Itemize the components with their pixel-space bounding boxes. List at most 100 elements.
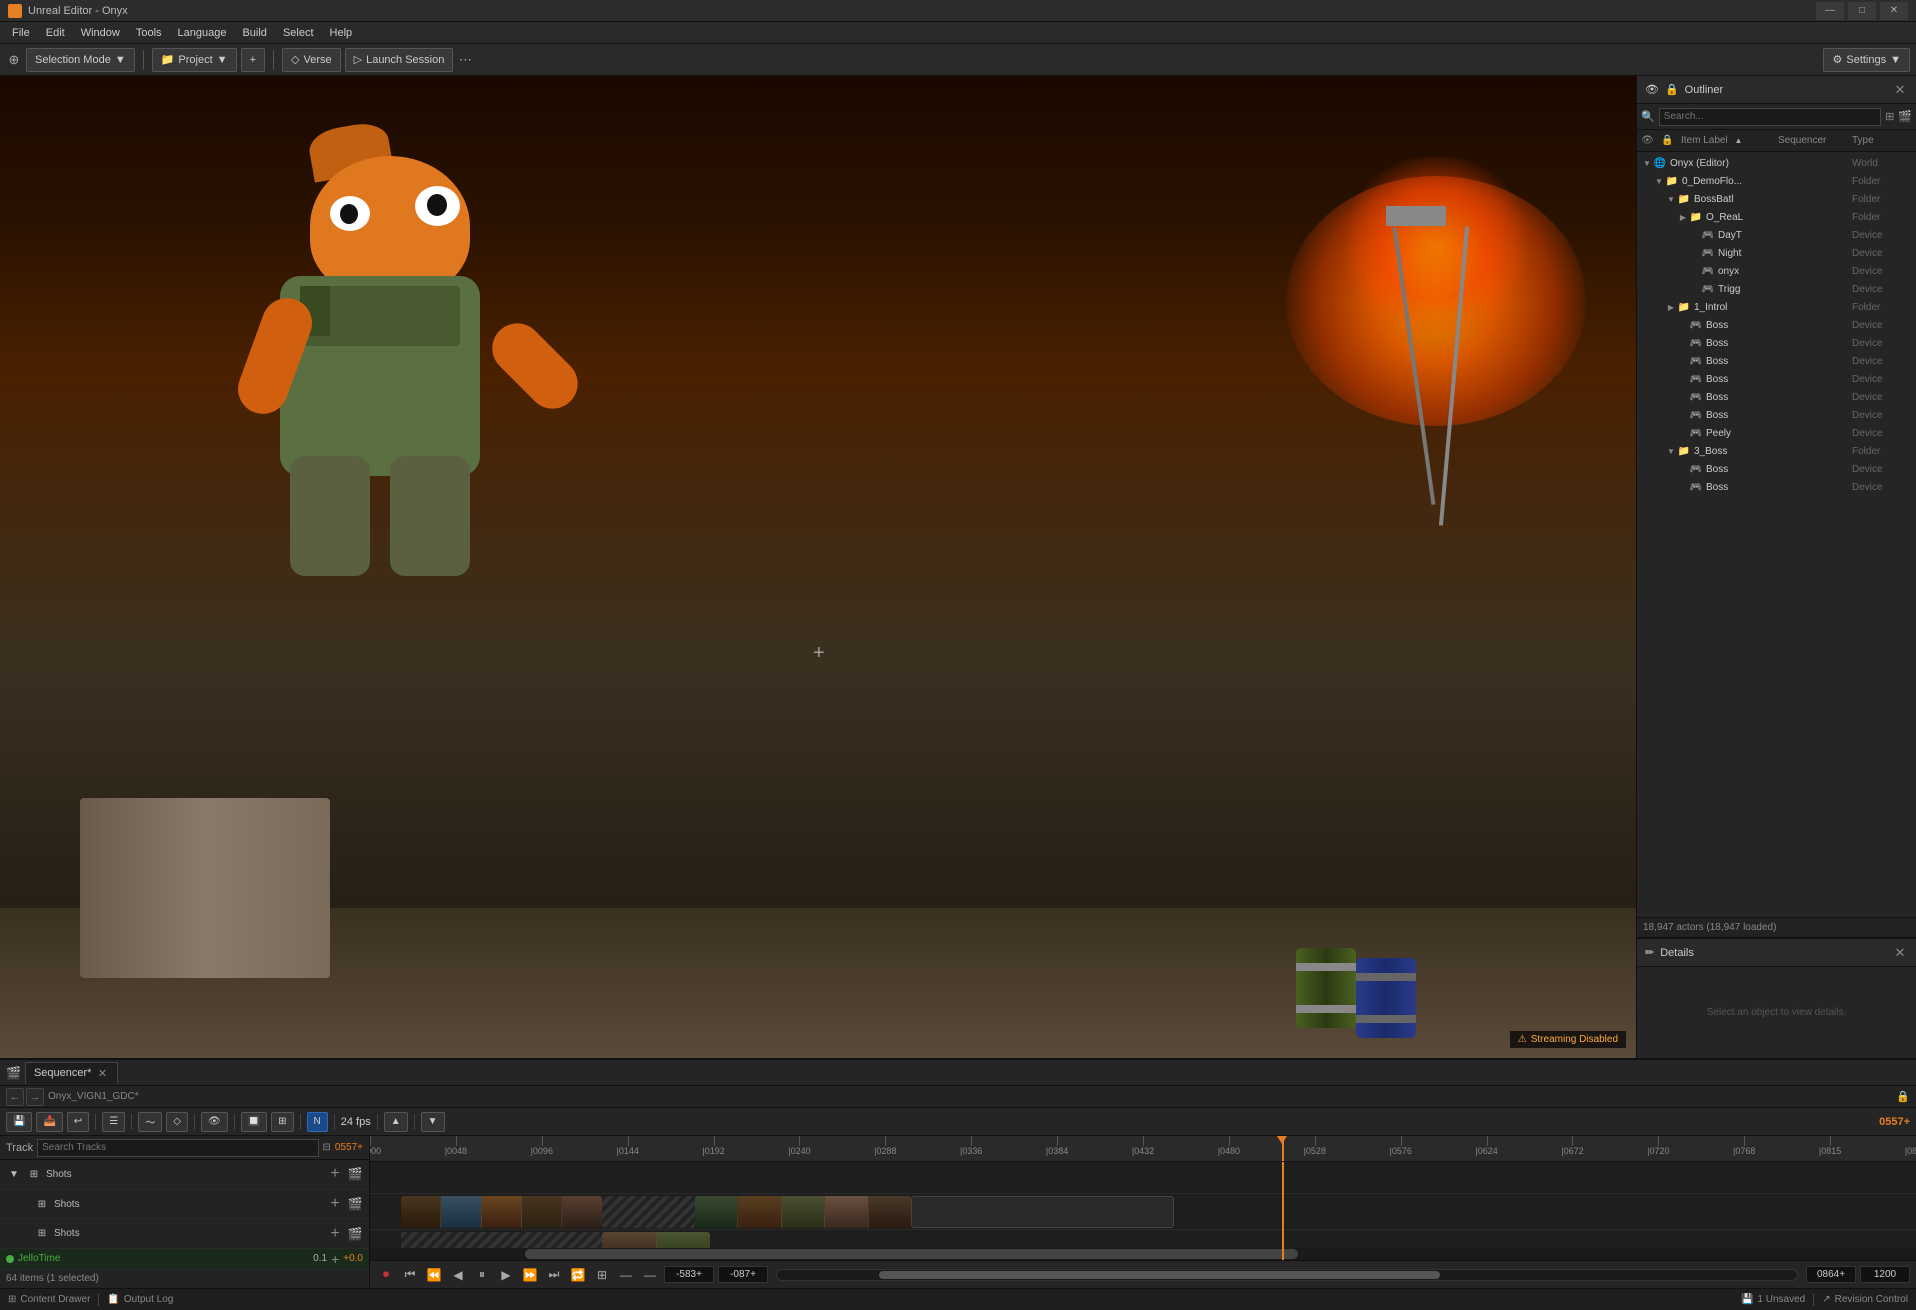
step-forward-button[interactable]: ⏩	[520, 1265, 540, 1285]
tree-item-boss-sub1[interactable]: 🎮 Boss Device	[1637, 460, 1916, 478]
tree-item-1introl[interactable]: ▶ 📁 1_Introl Folder	[1637, 298, 1916, 316]
viewport[interactable]: + ⚠ Streaming Disabled	[0, 76, 1636, 1058]
filter-icon[interactable]: ⊞	[1885, 110, 1894, 123]
seq-eye-button[interactable]: 👁	[201, 1112, 228, 1132]
goto-end-button[interactable]: ⏭	[544, 1265, 564, 1285]
seq-grid-button[interactable]: ⊞	[271, 1112, 293, 1132]
track-shots-group[interactable]: ▼ ⊞ Shots + 🎬	[0, 1160, 369, 1190]
settings-button[interactable]: ⚙ Settings ▼	[1823, 48, 1910, 72]
track-expand-icon[interactable]: ▼	[6, 1166, 22, 1182]
tl-clip-2[interactable]	[695, 1196, 911, 1228]
tree-item-bossbatl[interactable]: ▼ 📁 BossBatl Folder	[1637, 190, 1916, 208]
nav-back-button[interactable]: ←	[6, 1088, 24, 1106]
extra-ctrl-1[interactable]: ⊞	[592, 1265, 612, 1285]
filter-icon[interactable]: ⊟	[323, 1142, 331, 1153]
output-log-item[interactable]: 📋 Output Log	[107, 1294, 173, 1305]
track-shots-1[interactable]: ⊞ Shots + 🎬	[0, 1190, 369, 1220]
track-add-button-2[interactable]: +	[327, 1196, 343, 1212]
seq-scrollbar[interactable]	[776, 1269, 1798, 1281]
expand-icon[interactable]: ▼	[1665, 445, 1677, 457]
step-back-button[interactable]: ⏪	[424, 1265, 444, 1285]
track-shots-2[interactable]: ⊞ Shots + 🎬	[0, 1219, 369, 1249]
seq-up-arrow[interactable]: ▲	[384, 1112, 408, 1132]
seq-import-button[interactable]: 📥	[36, 1112, 62, 1132]
tl-clip-3[interactable]	[911, 1196, 1174, 1228]
menu-build[interactable]: Build	[234, 22, 274, 43]
goto-start-button[interactable]: ⏮	[400, 1265, 420, 1285]
tree-item-boss6[interactable]: 🎮 Boss Device	[1637, 406, 1916, 424]
extra-ctrl-2[interactable]: —	[616, 1265, 636, 1285]
outliner-tree[interactable]: ▼ 🌐 Onyx (Editor) World ▼ 📁 0_DemoFlo...…	[1637, 152, 1916, 917]
tree-item-boss3[interactable]: 🎮 Boss Device	[1637, 352, 1916, 370]
tree-item-boss2[interactable]: 🎮 Boss Device	[1637, 334, 1916, 352]
add-button[interactable]: +	[241, 48, 265, 72]
tree-item-peely[interactable]: 🎮 Peely Device	[1637, 424, 1916, 442]
menu-language[interactable]: Language	[170, 22, 235, 43]
content-drawer-item[interactable]: ⊞ Content Drawer	[8, 1294, 90, 1305]
revision-item[interactable]: ↗ Revision Control	[1822, 1294, 1908, 1305]
timeline-tracks-area[interactable]: 1041_0051	[370, 1162, 1916, 1260]
details-close-button[interactable]: ✕	[1892, 945, 1908, 961]
track-search-input[interactable]	[37, 1139, 318, 1157]
sequencer-tab[interactable]: Sequencer* ✕	[25, 1062, 119, 1084]
tree-item-trigg[interactable]: 🎮 Trigg Device	[1637, 280, 1916, 298]
extra-ctrl-3[interactable]: —	[640, 1265, 660, 1285]
maximize-button[interactable]: □	[1848, 2, 1876, 20]
loop-button[interactable]: 🔁	[568, 1265, 588, 1285]
tree-item-3boss[interactable]: ▼ 📁 3_Boss Folder	[1637, 442, 1916, 460]
menu-window[interactable]: Window	[73, 22, 128, 43]
more-options-icon[interactable]: ⋯	[457, 52, 473, 68]
expand-icon[interactable]: ▶	[1677, 211, 1689, 223]
seq-snap-button[interactable]: 🔲	[241, 1112, 267, 1132]
tree-item-oreal[interactable]: ▶ 📁 O_ReaL Folder	[1637, 208, 1916, 226]
tree-item-boss1[interactable]: 🎮 Boss Device	[1637, 316, 1916, 334]
tree-item-boss5[interactable]: 🎮 Boss Device	[1637, 388, 1916, 406]
seq-scrollbar-thumb[interactable]	[879, 1271, 1440, 1279]
tree-item-night[interactable]: 🎮 Night Device	[1637, 244, 1916, 262]
track-add-button[interactable]: +	[327, 1166, 343, 1182]
project-button[interactable]: 📁 Project ▼	[152, 48, 237, 72]
record-button[interactable]: ⏺	[376, 1265, 396, 1285]
expand-icon[interactable]: ▼	[1641, 157, 1653, 169]
expand-icon[interactable]: ▼	[1665, 193, 1677, 205]
timeline-ruler[interactable]: |0000|0048|0096|0144|0192|0240|0288|0336…	[370, 1136, 1916, 1162]
menu-file[interactable]: File	[4, 22, 38, 43]
menu-help[interactable]: Help	[322, 22, 361, 43]
stop-button[interactable]: ⏸	[472, 1265, 492, 1285]
verse-button[interactable]: ◇ Verse	[282, 48, 341, 72]
seq-filter-button[interactable]: ▼	[421, 1112, 445, 1132]
seq-undo-button[interactable]: ↩	[67, 1112, 89, 1132]
track-add-button-3[interactable]: +	[327, 1226, 343, 1242]
launch-session-button[interactable]: ▷ Launch Session	[345, 48, 454, 72]
tree-item-dayt[interactable]: 🎮 DayT Device	[1637, 226, 1916, 244]
tree-item-boss4[interactable]: 🎮 Boss Device	[1637, 370, 1916, 388]
seq-curve-button[interactable]: 〜	[138, 1112, 162, 1132]
play-forward-button[interactable]: ▶	[496, 1265, 516, 1285]
expand-icon[interactable]: ▼	[1653, 175, 1665, 187]
jello-add-button[interactable]: +	[331, 1251, 339, 1267]
tree-item-onyx[interactable]: 🎮 onyx Device	[1637, 262, 1916, 280]
outliner-close-button[interactable]: ✕	[1892, 82, 1908, 98]
seq-play-mode-button[interactable]: N	[307, 1112, 328, 1132]
track-film-button[interactable]: 🎬	[347, 1166, 363, 1182]
close-button[interactable]: ✕	[1880, 2, 1908, 20]
menu-select[interactable]: Select	[275, 22, 322, 43]
seq-key-button[interactable]: ◇	[166, 1112, 188, 1132]
minimize-button[interactable]: —	[1816, 2, 1844, 20]
tl-clip-1[interactable]	[401, 1196, 602, 1228]
expand-icon[interactable]: ▶	[1665, 301, 1677, 313]
track-film-button-3[interactable]: 🎬	[347, 1226, 363, 1242]
play-back-button[interactable]: ◀	[448, 1265, 468, 1285]
seq-tab-close[interactable]: ✕	[95, 1066, 109, 1080]
tree-item-demoflo[interactable]: ▼ 📁 0_DemoFlo... Folder	[1637, 172, 1916, 190]
menu-edit[interactable]: Edit	[38, 22, 73, 43]
outliner-search-input[interactable]	[1659, 108, 1881, 126]
nav-forward-button[interactable]: →	[26, 1088, 44, 1106]
tl-shots-sub1-bg[interactable]	[370, 1194, 1916, 1230]
seq-save-button[interactable]: 💾	[6, 1112, 32, 1132]
seq-menu-button[interactable]: ☰	[102, 1112, 125, 1132]
tree-item-boss-sub2[interactable]: 🎮 Boss Device	[1637, 478, 1916, 496]
tree-item-onyx-editor[interactable]: ▼ 🌐 Onyx (Editor) World	[1637, 154, 1916, 172]
track-film-button-2[interactable]: 🎬	[347, 1196, 363, 1212]
unsaved-item[interactable]: 💾 1 Unsaved	[1741, 1294, 1805, 1305]
